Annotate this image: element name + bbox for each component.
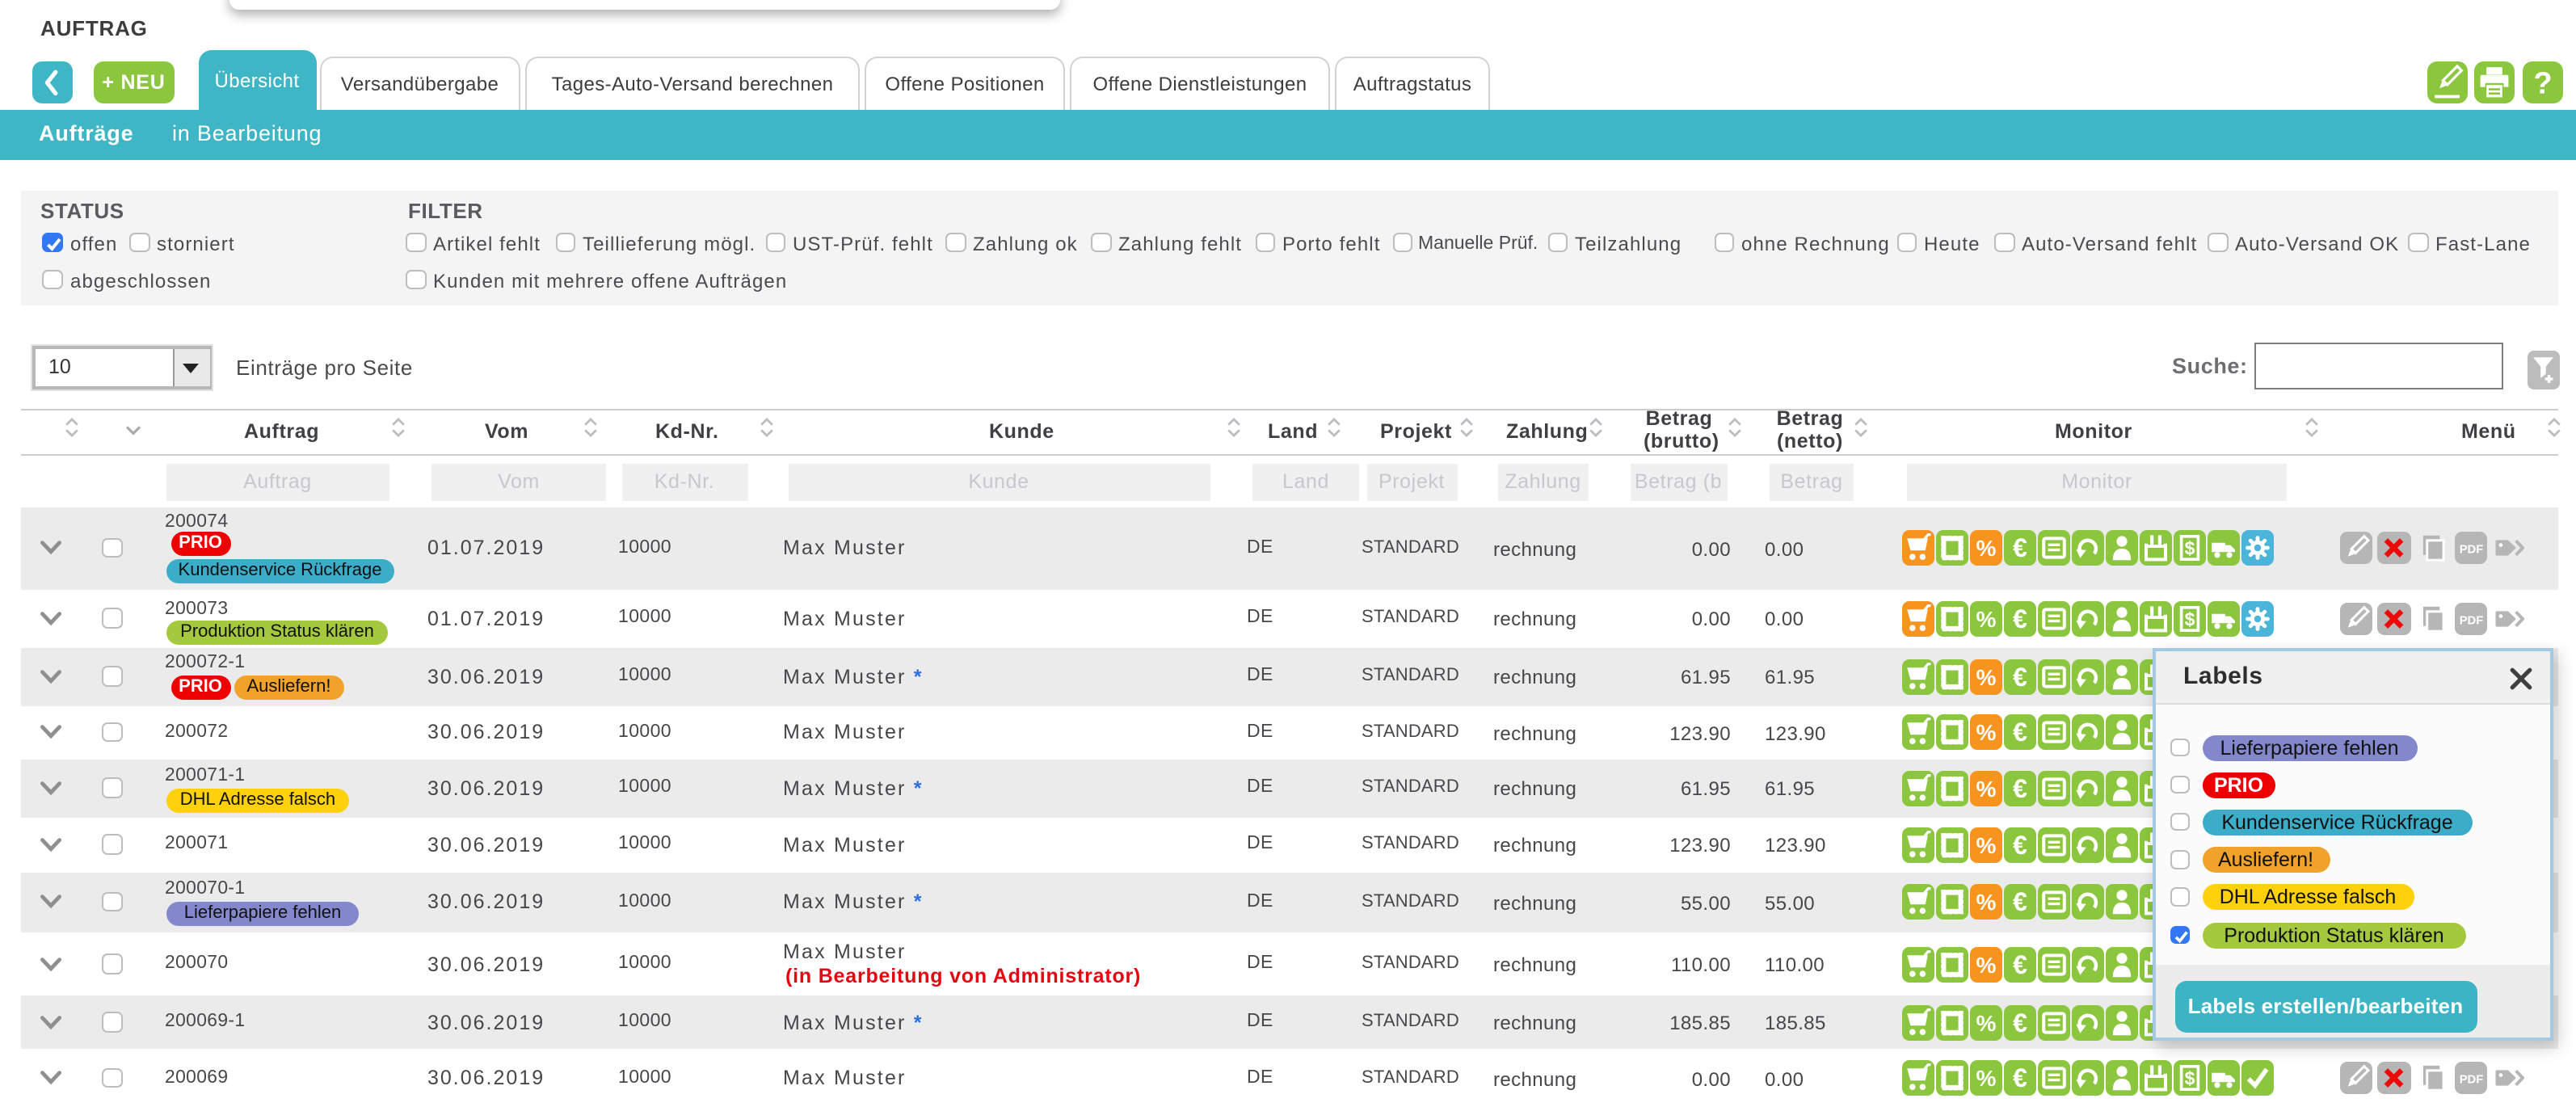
svg-text:€: € [2012, 662, 2027, 691]
svg-text:€: € [2012, 949, 2027, 979]
svg-text:€: € [2012, 830, 2027, 859]
svg-text:%: % [1976, 777, 1996, 802]
svg-text:€: € [2012, 773, 2027, 802]
svg-text:PDF: PDF [2459, 614, 2483, 627]
svg-text:$: $ [2184, 608, 2195, 629]
svg-text:€: € [2012, 1063, 2027, 1092]
svg-text:%: % [1976, 1010, 1996, 1035]
svg-text:PDF: PDF [2459, 1073, 2483, 1086]
svg-text:€: € [2012, 887, 2027, 916]
svg-text:?: ? [2532, 66, 2551, 100]
svg-text:%: % [1976, 720, 1996, 745]
svg-text:%: % [1976, 607, 1996, 632]
svg-text:%: % [1976, 833, 1996, 858]
svg-text:€: € [2012, 718, 2027, 747]
svg-text:%: % [1976, 1066, 1996, 1091]
svg-text:€: € [2012, 604, 2027, 633]
svg-text:$: $ [2184, 538, 2195, 559]
svg-text:%: % [1976, 952, 1996, 977]
svg-text:€: € [2012, 533, 2027, 562]
svg-text:€: € [2012, 1008, 2027, 1037]
svg-text:%: % [1976, 537, 1996, 562]
svg-text:$: $ [2184, 1067, 2195, 1088]
svg-text:PDF: PDF [2459, 544, 2483, 557]
svg-text:%: % [1976, 665, 1996, 690]
svg-text:%: % [1976, 890, 1996, 915]
